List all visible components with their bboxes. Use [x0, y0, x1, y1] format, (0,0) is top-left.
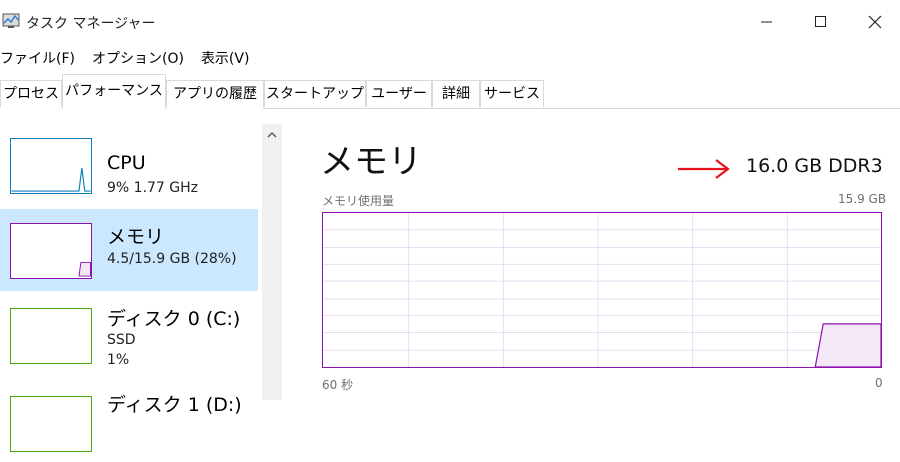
- resource-list: CPU 9% 1.77 GHz メモリ 4.5/15.9 GB (28%) ディ…: [0, 108, 262, 452]
- sidebar-item-detail: 4.5/15.9 GB (28%): [107, 251, 237, 267]
- chevron-up-icon[interactable]: [264, 128, 280, 142]
- cpu-thumbnail-graph: [10, 138, 92, 194]
- sidebar-item-label: ディスク 1 (D:): [107, 394, 242, 416]
- memory-thumbnail-graph: [10, 223, 92, 279]
- sidebar-item-memory[interactable]: メモリ 4.5/15.9 GB (28%): [0, 209, 258, 291]
- sidebar-item-label: メモリ: [107, 226, 165, 248]
- tab-app-history[interactable]: アプリの履歴: [166, 80, 264, 107]
- disk-thumbnail-graph: [10, 396, 92, 452]
- minimize-icon: [761, 21, 772, 23]
- x-axis-end-label: 0: [875, 376, 883, 390]
- page-title: メモリ: [320, 142, 422, 182]
- menu-file[interactable]: ファイル(F): [0, 46, 75, 72]
- menu-view[interactable]: 表示(V): [201, 46, 250, 72]
- maximize-icon: [815, 16, 826, 27]
- maximize-button[interactable]: [798, 6, 844, 38]
- memory-usage-area: [814, 323, 881, 367]
- task-manager-icon: [2, 13, 20, 28]
- memory-spec: 16.0 GB DDR3: [746, 155, 883, 177]
- minimize-button[interactable]: [744, 6, 790, 38]
- disk-thumbnail-graph: [10, 308, 92, 364]
- x-axis-start-label: 60 秒: [322, 378, 354, 392]
- sidebar-item-detail: SSD: [107, 332, 136, 348]
- close-icon: [868, 15, 882, 29]
- memory-usage-graph: [322, 212, 882, 368]
- graph-label: メモリ使用量: [322, 194, 395, 208]
- tab-details[interactable]: 詳細: [432, 80, 480, 107]
- red-arrow-icon: [678, 159, 730, 179]
- sidebar-item-label: CPU: [107, 152, 146, 174]
- graph-max-value: 15.9 GB: [838, 192, 887, 206]
- tab-services[interactable]: サービス: [480, 80, 544, 107]
- sidebar-item-disk-0[interactable]: ディスク 0 (C:) SSD 1%: [0, 294, 258, 376]
- sidebar-item-detail: 1%: [107, 352, 130, 368]
- sidebar-item-label: ディスク 0 (C:): [107, 308, 241, 330]
- tab-processes[interactable]: プロセス: [0, 80, 62, 107]
- window-title: タスク マネージャー: [26, 16, 156, 32]
- close-button[interactable]: [852, 6, 898, 38]
- sidebar-item-disk-1[interactable]: ディスク 1 (D:): [0, 380, 258, 462]
- sidebar-item-cpu[interactable]: CPU 9% 1.77 GHz: [0, 124, 258, 206]
- sidebar-item-detail: 9% 1.77 GHz: [107, 180, 199, 196]
- title-bar: タスク マネージャー: [0, 0, 900, 44]
- sidebar-scrollbar[interactable]: [262, 124, 282, 400]
- tab-bar: プロセス パフォーマンス アプリの履歴 スタートアップ ユーザー 詳細 サービス: [0, 74, 900, 109]
- menu-bar: ファイル(F) オプション(O) 表示(V): [0, 46, 266, 72]
- tab-performance[interactable]: パフォーマンス: [62, 74, 166, 109]
- tab-users[interactable]: ユーザー: [366, 80, 432, 107]
- tab-startup[interactable]: スタートアップ: [264, 80, 366, 107]
- menu-options[interactable]: オプション(O): [92, 46, 184, 72]
